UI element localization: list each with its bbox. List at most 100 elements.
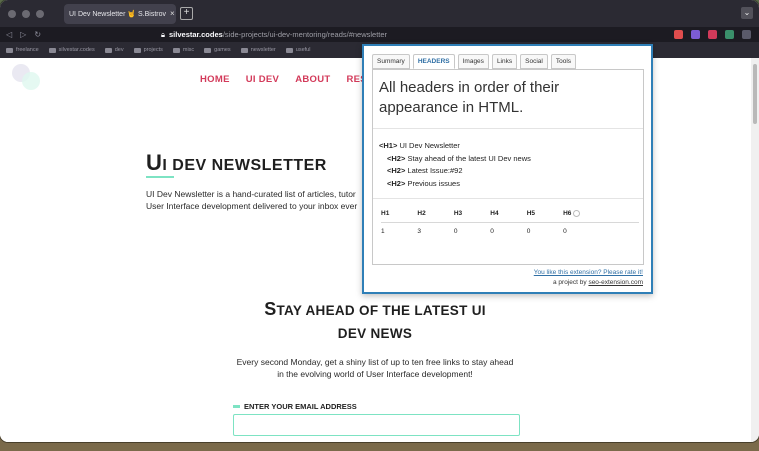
page-title: UI DEV NEWSLETTER: [146, 150, 327, 176]
title-initial: U: [146, 150, 163, 175]
headers-list: <H1> UI Dev Newsletter <H2> Stay ahead o…: [379, 140, 531, 190]
header-text: Stay ahead of the latest UI Dev news: [407, 153, 531, 163]
folder-icon: [285, 47, 293, 53]
divider: [373, 198, 643, 199]
bookmark-label: dev: [114, 47, 124, 53]
email-input[interactable]: [233, 414, 520, 436]
page-scrollbar[interactable]: [751, 58, 759, 442]
table-cell: 1: [381, 228, 385, 236]
tab-social[interactable]: Social: [520, 54, 548, 69]
url-bar: ◁ ▷ ↻ 🔒︎ silvestar.codes/side-projects/u…: [0, 27, 759, 42]
site-navigation: HOME UI DEV ABOUT RESO: [200, 74, 375, 85]
bookmark-label: games: [214, 47, 231, 53]
back-icon[interactable]: ◁: [6, 30, 12, 39]
heading-line-2: DEV NEWS: [337, 326, 413, 341]
bookmark-folder[interactable]: silvestar.codes: [48, 47, 95, 53]
bookmark-folder[interactable]: games: [204, 47, 231, 53]
url-host: silvestar.codes: [169, 30, 223, 39]
extension-menu-icon[interactable]: [742, 30, 751, 39]
bookmark-folder[interactable]: projects: [133, 47, 163, 53]
section-heading: STAY AHEAD OF THE LATEST UI DEV NEWS: [230, 298, 520, 345]
title-underline: [146, 176, 174, 178]
browser-tab[interactable]: UI Dev Newsletter 🤘 S.Bistrov ×: [64, 3, 176, 24]
site-logo-accent: [22, 72, 40, 90]
column-header: H1: [381, 210, 418, 224]
table-header-row: H1 H2 H3 H4 H5 H6: [381, 210, 639, 224]
tab-tools[interactable]: Tools: [550, 54, 577, 69]
bookmark-folder[interactable]: useful: [285, 47, 311, 53]
table-cell: 0: [490, 228, 494, 236]
header-item: <H2> Stay ahead of the latest UI Dev new…: [379, 153, 531, 166]
credit-link[interactable]: seo-extension.com: [588, 279, 643, 286]
extension-green-icon[interactable]: [725, 30, 734, 39]
reload-icon[interactable]: ↻: [34, 30, 41, 39]
nav-link-about[interactable]: ABOUT: [295, 74, 330, 85]
table-cell: 0: [526, 228, 531, 236]
bookmark-label: useful: [295, 47, 311, 53]
folder-icon: [104, 47, 112, 53]
table-cell: 0: [453, 228, 458, 236]
tab-close-icon[interactable]: ×: [170, 9, 175, 18]
intro-line: User Interface development delivered to …: [146, 201, 358, 211]
project-credit: a project by seo-extension.com: [553, 279, 643, 286]
popup-tabs: Summary HEADERS Images Links Social Tool…: [372, 54, 577, 69]
title-rest: I DEV NEWSLETTER: [162, 157, 327, 174]
bookmark-label: misc: [182, 47, 195, 53]
column-header: H2: [417, 210, 454, 224]
panel-title: All headers in order of their appearance…: [379, 79, 560, 116]
browser-window: UI Dev Newsletter 🤘 S.Bistrov × + ⌄ ◁ ▷ …: [0, 0, 759, 442]
nav-link-ui-dev[interactable]: UI DEV: [246, 74, 279, 85]
forward-icon[interactable]: ▷: [20, 30, 26, 39]
tab-title: UI Dev Newsletter 🤘 S.Bistrov: [69, 10, 167, 18]
nav-link-home[interactable]: HOME: [200, 74, 230, 85]
intro-line: UI Dev Newsletter is a hand-curated list…: [146, 189, 356, 199]
maximize-window-icon[interactable]: [36, 9, 44, 18]
bookmark-label: newsletter: [250, 47, 276, 53]
lock-icon: 🔒︎: [161, 29, 166, 39]
tab-list-chevron-icon[interactable]: ⌄: [741, 7, 753, 19]
new-tab-button[interactable]: +: [180, 7, 193, 20]
column-header-label: H6: [563, 210, 572, 218]
intro-text: UI Dev Newsletter is a hand-curated list…: [146, 188, 376, 212]
divider: [373, 128, 643, 129]
heading-rest: TAY AHEAD OF THE LATEST UI: [276, 303, 486, 318]
bookmark-label: projects: [143, 47, 163, 53]
bookmark-folder[interactable]: misc: [172, 47, 195, 53]
folder-icon: [133, 47, 141, 53]
popup-panel: All headers in order of their appearance…: [372, 69, 644, 265]
rate-extension-link[interactable]: You like this extension? Please rate it!: [534, 269, 643, 276]
info-icon[interactable]: [573, 210, 581, 217]
close-window-icon[interactable]: [8, 9, 16, 18]
seo-extension-icon[interactable]: [708, 30, 717, 39]
tab-headers[interactable]: HEADERS: [412, 54, 455, 69]
bookmark-label: freelance: [16, 47, 39, 53]
description-line: in the evolving world of User Interface …: [277, 369, 473, 379]
heading-initial: S: [264, 299, 277, 319]
seo-extension-popup: Summary HEADERS Images Links Social Tool…: [362, 44, 653, 294]
header-text: Previous issues: [407, 178, 460, 188]
tab-summary[interactable]: Summary: [372, 54, 410, 69]
scroll-thumb[interactable]: [753, 64, 757, 124]
pocket-icon[interactable]: [674, 30, 683, 39]
navigation-buttons: ◁ ▷ ↻: [6, 30, 41, 39]
label-marker: [233, 405, 240, 408]
header-tag: <H2>: [387, 166, 406, 175]
folder-icon: [48, 47, 56, 53]
bookmark-folder[interactable]: dev: [104, 47, 124, 53]
bookmark-folder[interactable]: freelance: [6, 47, 39, 53]
extension-purple-icon[interactable]: [691, 30, 700, 39]
table-cell: 0: [563, 228, 567, 236]
tab-links[interactable]: Links: [491, 54, 518, 69]
tab-images[interactable]: Images: [457, 54, 489, 69]
tab-bar: UI Dev Newsletter 🤘 S.Bistrov × + ⌄: [0, 0, 759, 27]
header-item: <H2> Latest Issue:#92: [379, 165, 531, 178]
extension-icons: [674, 30, 751, 39]
column-header: H4: [490, 210, 527, 224]
bookmark-folder[interactable]: newsletter: [240, 47, 276, 53]
folder-icon: [6, 47, 13, 53]
folder-icon: [204, 47, 212, 53]
folder-icon: [172, 47, 180, 53]
minimize-window-icon[interactable]: [22, 9, 30, 18]
header-text: Latest Issue:#92: [407, 166, 463, 175]
address-field[interactable]: 🔒︎ silvestar.codes/side-projects/ui-dev-…: [161, 30, 387, 40]
